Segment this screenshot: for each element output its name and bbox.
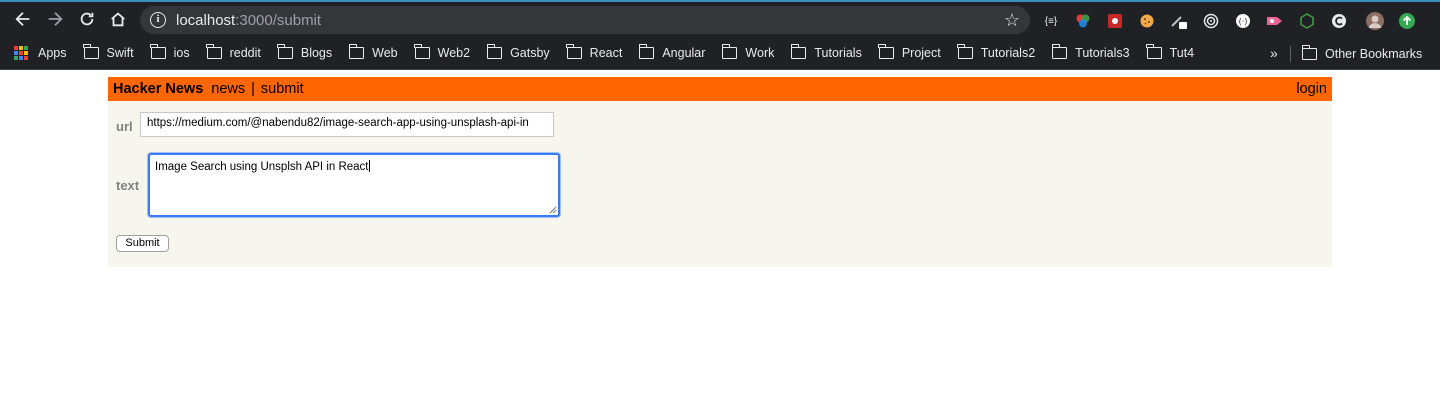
- folder-icon: [348, 44, 365, 59]
- bookmark-folder[interactable]: reddit: [206, 37, 261, 70]
- nav-divider: |: [251, 81, 255, 97]
- bookmark-folder[interactable]: Web2: [414, 37, 471, 70]
- folder-icon: [638, 44, 655, 59]
- forward-icon[interactable]: [40, 4, 70, 34]
- bookmark-folder[interactable]: React: [566, 37, 623, 70]
- bookmark-folder[interactable]: Gatsby: [486, 37, 550, 70]
- address-bar[interactable]: i localhost:3000/submit ☆: [140, 6, 1030, 34]
- url-path: :3000/submit: [235, 11, 322, 29]
- more-bookmarks-chevron-icon[interactable]: »: [1270, 37, 1278, 70]
- folder-icon: [414, 44, 430, 59]
- bookmark-label: Tutorials: [814, 46, 862, 60]
- bookmark-label: Angular: [662, 46, 706, 60]
- bookmark-label: Gatsby: [510, 46, 550, 60]
- folder-icon: [277, 44, 293, 59]
- bookmark-label: Tut4: [1169, 46, 1195, 60]
- browser-toolbar: i localhost:3000/submit ☆ {≡} (·): [0, 0, 1440, 37]
- bookmarks-bar: Apps Swift ios reddit Blogs Web Web2 Gat…: [0, 37, 1440, 70]
- bookmark-folder[interactable]: Tut4: [1146, 37, 1195, 70]
- back-icon[interactable]: [8, 4, 38, 34]
- url-input[interactable]: https://medium.com/@nabendu82/image-sear…: [140, 112, 554, 137]
- text-input[interactable]: Image Search using Unsplsh API in React: [148, 153, 560, 217]
- color-wheel-icon[interactable]: [1072, 10, 1094, 32]
- folder-icon: [957, 44, 973, 59]
- hn-header: Hacker News news | submit login: [108, 77, 1332, 101]
- bookmark-label: Web2: [437, 46, 471, 60]
- bookmarks-divider: [1290, 46, 1291, 62]
- bookmark-folder[interactable]: Swift: [83, 37, 134, 70]
- folder-icon: [1146, 44, 1162, 59]
- apps-grid-icon: [14, 46, 28, 60]
- bookmark-folder[interactable]: Angular: [638, 37, 706, 70]
- cookie-icon[interactable]: [1136, 10, 1158, 32]
- url-label: url: [116, 119, 133, 134]
- bookmark-folder[interactable]: Project: [878, 37, 941, 70]
- bookmark-label: Other Bookmarks: [1325, 46, 1423, 61]
- reload-icon[interactable]: [72, 4, 102, 34]
- submit-button[interactable]: Submit: [116, 235, 169, 252]
- bookmark-label: React: [589, 46, 623, 60]
- folder-icon: [83, 44, 99, 59]
- url-host: localhost: [176, 11, 236, 29]
- hover-ext-icon[interactable]: (·): [1232, 10, 1254, 32]
- extensions-bar: {≡} (·): [1040, 8, 1428, 34]
- pen-icon[interactable]: [1168, 10, 1190, 32]
- bookmark-other[interactable]: Other Bookmarks: [1301, 37, 1423, 70]
- login-link[interactable]: login: [1296, 81, 1327, 97]
- folder-icon: [486, 44, 503, 59]
- bookmark-folder[interactable]: ios: [150, 37, 190, 70]
- folder-icon: [790, 44, 807, 59]
- folder-icon: [1051, 44, 1068, 59]
- svg-text:(·): (·): [1239, 17, 1248, 26]
- avatar-icon[interactable]: [1364, 10, 1386, 32]
- bookmark-label: ios: [173, 46, 190, 60]
- json-viewer-icon[interactable]: {≡}: [1040, 10, 1062, 32]
- bookmark-folder[interactable]: Tutorials2: [957, 37, 1036, 70]
- folder-icon: [150, 44, 166, 59]
- text-label: text: [116, 178, 140, 193]
- bookmark-label: Blogs: [300, 46, 333, 60]
- bookmark-label: reddit: [229, 46, 261, 60]
- home-icon[interactable]: [103, 4, 133, 34]
- nav-news-link[interactable]: news: [211, 81, 245, 97]
- bookmark-label: Tutorials3: [1075, 46, 1130, 60]
- ext-red-icon[interactable]: [1104, 10, 1126, 32]
- nav-submit-link[interactable]: submit: [261, 81, 304, 97]
- bookmark-label: Work: [745, 46, 775, 60]
- folder-icon: [878, 44, 894, 59]
- folder-icon: [1301, 44, 1317, 60]
- bookmark-folder[interactable]: Work: [721, 37, 775, 70]
- text-cursor: [368, 160, 370, 172]
- folder-icon: [566, 44, 582, 59]
- hn-brand[interactable]: Hacker News: [113, 81, 203, 97]
- node-icon[interactable]: [1296, 10, 1318, 32]
- folder-icon: [206, 44, 222, 59]
- bookmark-folder[interactable]: Web: [348, 37, 398, 70]
- bookmark-folder[interactable]: Blogs: [277, 37, 333, 70]
- text-input-value: Image Search using Unsplsh API in React: [155, 161, 369, 173]
- bookmark-label: Swift: [106, 46, 134, 60]
- bookmark-folder[interactable]: Tutorials3: [1051, 37, 1130, 70]
- hn-page: Hacker News news | submit login url http…: [108, 77, 1332, 267]
- resize-handle-icon[interactable]: [549, 206, 557, 214]
- c-ext-icon[interactable]: [1328, 10, 1350, 32]
- bookmark-star-icon[interactable]: ☆: [1004, 10, 1020, 30]
- bookmark-apps[interactable]: Apps: [14, 37, 67, 70]
- folder-icon: [721, 44, 738, 59]
- bookmark-folder[interactable]: Tutorials: [790, 37, 862, 70]
- target-icon[interactable]: [1200, 10, 1222, 32]
- update-icon[interactable]: [1396, 10, 1418, 32]
- bookmark-label: Tutorials2: [980, 46, 1036, 60]
- bookmark-label: Web: [372, 46, 398, 60]
- ext-pink-icon[interactable]: [1264, 10, 1286, 32]
- info-icon[interactable]: i: [150, 12, 166, 28]
- bookmark-label: Project: [901, 46, 941, 60]
- bookmark-label: Apps: [38, 46, 67, 60]
